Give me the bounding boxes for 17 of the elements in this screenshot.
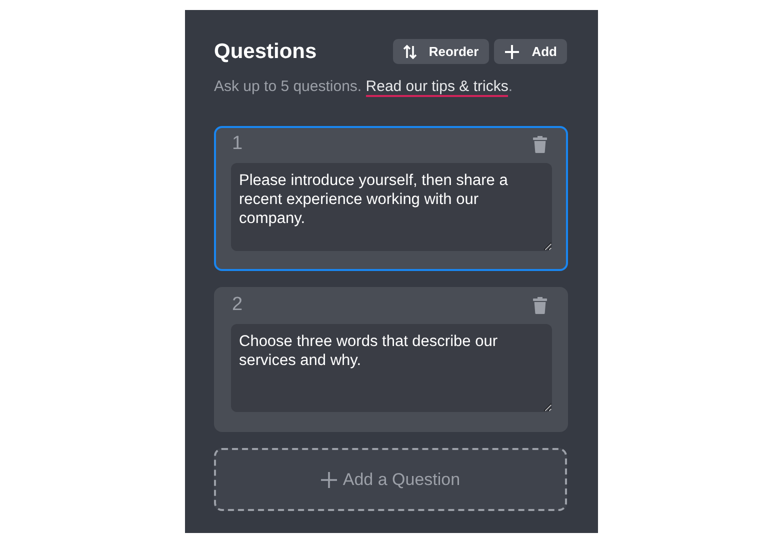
plus-icon xyxy=(320,472,337,488)
trash-icon[interactable] xyxy=(533,296,547,314)
trash-icon[interactable] xyxy=(533,136,547,152)
plus-icon xyxy=(504,44,520,60)
question-card[interactable]: 1 Please introduce yourself, then share a recent experience working with our company. xyxy=(214,126,568,271)
panel-title: Questions xyxy=(214,39,317,65)
subtitle: Ask up to 5 questions. Read our tips & tricks. xyxy=(214,76,514,98)
question-text-field[interactable]: Please introduce yourself, then share a recent experience working with our company. xyxy=(231,163,552,251)
question-card[interactable]: 2 Choose three words that describe our services and why. xyxy=(214,287,568,432)
add-button[interactable]: Add xyxy=(494,39,567,64)
reorder-button[interactable]: Reorder xyxy=(392,39,489,64)
question-text-field[interactable]: Choose three words that describe our services and why. xyxy=(231,324,552,412)
tips-link[interactable]: Read our tips & tricks xyxy=(366,78,508,96)
question-number: 1 xyxy=(232,132,243,156)
add-question-button[interactable]: Add a Question xyxy=(214,448,567,511)
sort-arrows-icon xyxy=(402,44,417,60)
question-number: 2 xyxy=(232,292,243,317)
